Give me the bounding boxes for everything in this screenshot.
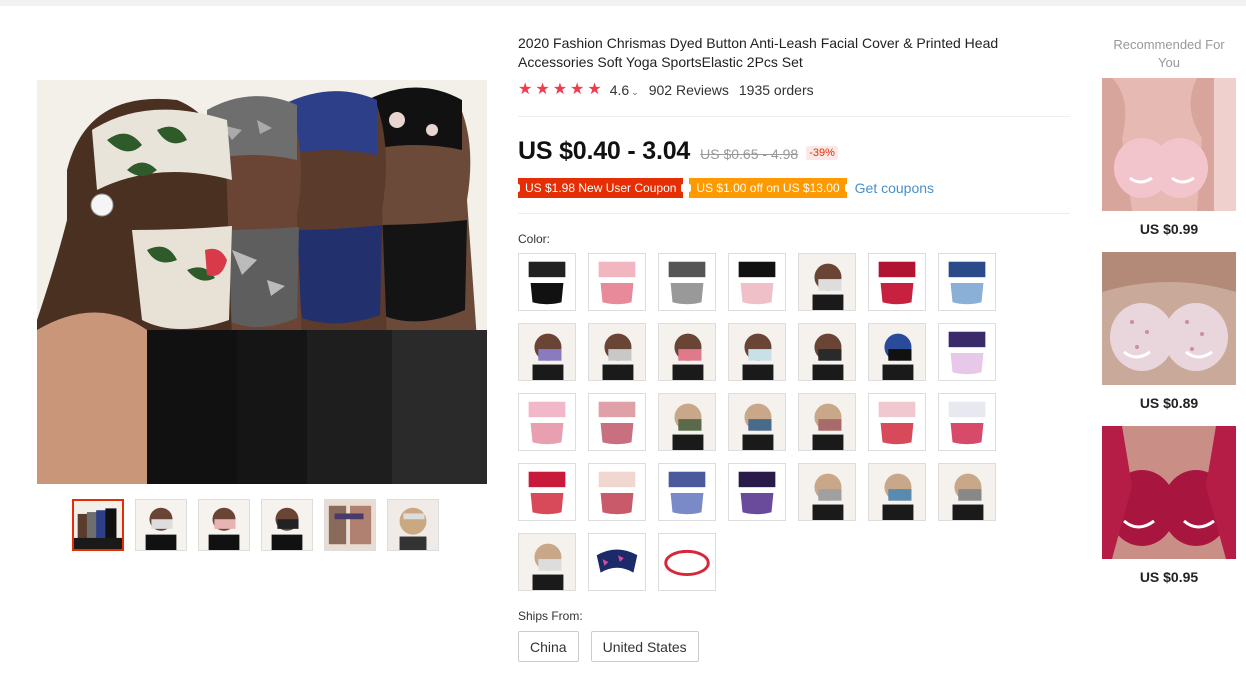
color-swatch[interactable] — [588, 253, 646, 311]
divider — [518, 213, 1070, 214]
get-coupons-link[interactable]: Get coupons — [855, 180, 934, 196]
recommended-title: Recommended For You — [1113, 37, 1225, 70]
color-swatch[interactable] — [658, 393, 716, 451]
color-swatch[interactable] — [798, 463, 856, 521]
thumbnail-1[interactable] — [72, 499, 124, 551]
color-swatch[interactable] — [938, 393, 996, 451]
color-swatch[interactable] — [658, 533, 716, 591]
color-swatch[interactable] — [518, 323, 576, 381]
color-swatch[interactable] — [588, 463, 646, 521]
color-swatch[interactable] — [868, 393, 926, 451]
color-swatch[interactable] — [728, 253, 786, 311]
recommended-image[interactable] — [1102, 78, 1236, 211]
color-swatch[interactable] — [798, 253, 856, 311]
color-swatch[interactable] — [728, 393, 786, 451]
star-rating: ★ ★ ★ ★ ★ — [518, 82, 602, 98]
color-swatch[interactable] — [658, 463, 716, 521]
recommended-item[interactable]: US $0.95 — [1102, 426, 1236, 585]
color-swatch[interactable] — [798, 393, 856, 451]
product-info: 2020 Fashion Chrismas Dyed Button Anti-L… — [518, 34, 1078, 98]
color-swatch[interactable] — [938, 253, 996, 311]
ship-option-china[interactable]: China — [518, 631, 579, 662]
store-coupon[interactable]: US $1.00 off on US $13.00 — [687, 178, 849, 198]
recommended-price: US $0.89 — [1139, 395, 1199, 411]
color-swatch[interactable] — [798, 323, 856, 381]
color-swatch[interactable] — [588, 323, 646, 381]
star-icon: ★ — [535, 81, 550, 98]
reviews-link[interactable]: 902 Reviews — [649, 82, 729, 98]
color-swatches — [518, 253, 1008, 591]
color-swatch[interactable] — [518, 393, 576, 451]
thumbnail-4[interactable] — [261, 499, 313, 551]
color-swatch[interactable] — [938, 323, 996, 381]
color-swatch[interactable] — [518, 463, 576, 521]
recommended-image[interactable] — [1102, 252, 1236, 385]
coupon-row: US $1.98 New User Coupon US $1.00 off on… — [515, 178, 934, 198]
thumbnail-6[interactable] — [387, 499, 439, 551]
rating-number: 4.6 — [609, 82, 630, 98]
ships-from-label: Ships From: — [518, 609, 583, 623]
recommended-price: US $0.99 — [1139, 221, 1199, 237]
color-swatch[interactable] — [658, 323, 716, 381]
discount-badge: -39% — [806, 146, 838, 160]
top-bar — [0, 0, 1246, 6]
thumbnail-5[interactable] — [324, 499, 376, 551]
recommended-price: US $0.95 — [1139, 569, 1199, 585]
recommended-item[interactable]: US $0.99 — [1102, 78, 1236, 237]
star-icon: ★ — [570, 81, 585, 98]
star-icon: ★ — [552, 81, 568, 98]
star-icon: ★ — [587, 81, 602, 98]
price-row: US $0.40 - 3.04 US $0.65 - 4.98 -39% — [518, 137, 838, 166]
thumbnail-3[interactable] — [198, 499, 250, 551]
color-swatch[interactable] — [588, 393, 646, 451]
color-swatch[interactable] — [518, 533, 576, 591]
color-swatch[interactable] — [728, 323, 786, 381]
ship-option-united-states[interactable]: United States — [590, 631, 699, 662]
color-swatch[interactable] — [868, 253, 926, 311]
recommended-image[interactable] — [1102, 426, 1236, 559]
color-swatch[interactable] — [518, 253, 576, 311]
thumbnail-strip — [72, 499, 439, 551]
color-swatch[interactable] — [588, 533, 646, 591]
rating-row: ★ ★ ★ ★ ★ 4.6 ⌄ 902 Reviews 1935 orders — [518, 82, 1078, 99]
color-label: Color: — [518, 232, 551, 246]
ships-from-options: China United States — [518, 631, 699, 662]
original-price: US $0.65 - 4.98 — [700, 146, 799, 162]
recommended-item[interactable]: US $0.89 — [1102, 252, 1236, 411]
color-swatch[interactable] — [938, 463, 996, 521]
product-title: 2020 Fashion Chrismas Dyed Button Anti-L… — [518, 35, 999, 70]
color-swatch[interactable] — [868, 323, 926, 381]
divider — [518, 116, 1070, 117]
rating-value[interactable]: 4.6 ⌄ — [610, 82, 639, 98]
new-user-coupon[interactable]: US $1.98 New User Coupon — [515, 178, 686, 198]
thumbnail-2[interactable] — [135, 499, 187, 551]
color-swatch[interactable] — [868, 463, 926, 521]
orders-count: 1935 orders — [738, 82, 814, 98]
price: US $0.40 - 3.04 — [518, 137, 691, 165]
color-swatch[interactable] — [728, 463, 786, 521]
star-icon: ★ — [518, 81, 533, 98]
main-product-image[interactable] — [37, 80, 487, 484]
color-swatch[interactable] — [658, 253, 716, 311]
chevron-down-icon: ⌄ — [631, 87, 639, 97]
